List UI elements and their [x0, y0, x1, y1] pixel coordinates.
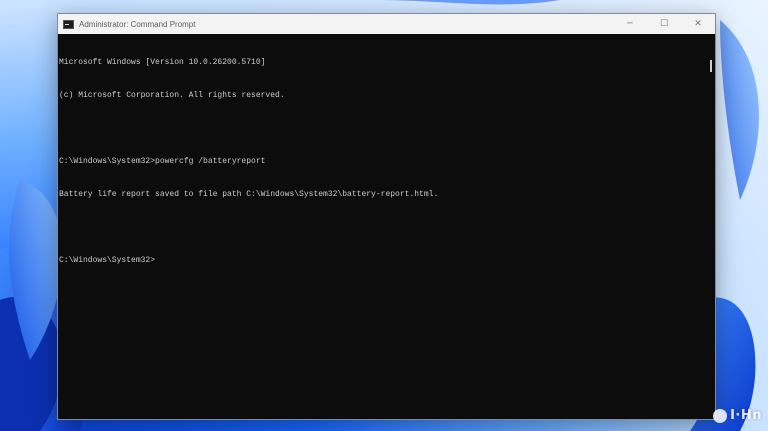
command-prompt-window[interactable]: Administrator: Command Prompt ─ ☐ ✕ Micr… [57, 13, 716, 420]
watermark-logo-icon [713, 408, 728, 423]
console-line: Battery life report saved to file path C… [59, 190, 439, 199]
site-watermark: I·Hn [713, 408, 762, 423]
minimize-button[interactable]: ─ [613, 14, 647, 34]
maximize-icon: ☐ [659, 19, 669, 29]
console-line: C:\Windows\System32>powercfg /batteryrep… [59, 157, 266, 166]
command-prompt-icon [63, 19, 74, 29]
watermark-text: I·Hn [730, 408, 762, 423]
console-line: (c) Microsoft Corporation. All rights re… [59, 91, 285, 100]
maximize-button[interactable]: ☐ [647, 14, 681, 34]
console-prompt-line[interactable]: C:\Windows\System32> [59, 255, 705, 266]
window-title: Administrator: Command Prompt [79, 19, 196, 29]
console-output[interactable]: Microsoft Windows [Version 10.0.26200.57… [58, 34, 705, 419]
close-button[interactable]: ✕ [681, 14, 715, 34]
scrollbar-thumb[interactable] [710, 60, 712, 72]
close-icon: ✕ [694, 19, 702, 29]
minimize-icon: ─ [627, 19, 633, 29]
desktop: Administrator: Command Prompt ─ ☐ ✕ Micr… [0, 0, 768, 431]
title-bar[interactable]: Administrator: Command Prompt ─ ☐ ✕ [58, 14, 715, 34]
console-line: Microsoft Windows [Version 10.0.26200.57… [59, 58, 266, 67]
vertical-scrollbar[interactable] [705, 34, 715, 419]
window-controls: ─ ☐ ✕ [613, 14, 715, 34]
